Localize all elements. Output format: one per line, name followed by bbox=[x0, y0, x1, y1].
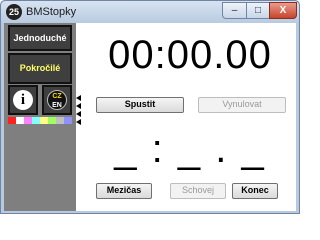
arrow-left-icon bbox=[76, 119, 81, 125]
minimize-button[interactable]: – bbox=[222, 2, 247, 19]
language-button[interactable]: CZ EN bbox=[42, 85, 72, 115]
stopwatch-app-icon: 25 bbox=[6, 4, 22, 20]
app-window: 25 BMStopky – □ X Jednoduché Pokročilé i… bbox=[0, 0, 300, 214]
panel-arrows[interactable] bbox=[76, 95, 83, 127]
color-swatch[interactable] bbox=[24, 117, 32, 124]
hide-button[interactable]: Schovej bbox=[170, 183, 226, 199]
color-swatch[interactable] bbox=[48, 117, 56, 124]
arrow-left-icon bbox=[76, 111, 81, 117]
start-button[interactable]: Spustit bbox=[96, 97, 184, 113]
lap-button[interactable]: Mezičas bbox=[96, 183, 152, 199]
lap-time-display: _ : _ . _ bbox=[114, 127, 266, 171]
color-swatch[interactable] bbox=[56, 117, 64, 124]
stopwatch-panel: 00:00.00 Spustit Vynulovat _ : _ . _ Mez… bbox=[84, 23, 296, 211]
reset-button[interactable]: Vynulovat bbox=[198, 97, 286, 113]
arrow-left-icon bbox=[76, 95, 81, 101]
info-icon: i bbox=[13, 90, 33, 110]
time-display: 00:00.00 bbox=[108, 33, 272, 77]
color-swatch[interactable] bbox=[64, 117, 72, 124]
color-swatch[interactable] bbox=[8, 117, 16, 124]
lang-en-label: EN bbox=[52, 102, 62, 109]
simple-mode-button[interactable]: Jednoduché bbox=[8, 25, 72, 51]
sidebar: Jednoduché Pokročilé i CZ EN bbox=[4, 23, 76, 211]
color-swatch[interactable] bbox=[40, 117, 48, 124]
title-bar[interactable]: 25 BMStopky – □ X bbox=[1, 1, 299, 23]
color-swatch[interactable] bbox=[16, 117, 24, 124]
advanced-mode-button[interactable]: Pokročilé bbox=[8, 53, 72, 84]
client-area: Jednoduché Pokročilé i CZ EN 00:00.00 Sp… bbox=[4, 23, 296, 211]
window-title: BMStopky bbox=[26, 6, 77, 18]
color-swatch[interactable] bbox=[32, 117, 40, 124]
language-icon: CZ EN bbox=[47, 90, 67, 110]
close-button[interactable]: X bbox=[269, 2, 297, 19]
lang-cz-label: CZ bbox=[52, 93, 62, 100]
color-swatches bbox=[8, 117, 72, 124]
end-button[interactable]: Konec bbox=[232, 183, 278, 199]
info-button[interactable]: i bbox=[8, 85, 38, 115]
arrow-left-icon bbox=[76, 103, 81, 109]
maximize-button[interactable]: □ bbox=[246, 2, 270, 19]
